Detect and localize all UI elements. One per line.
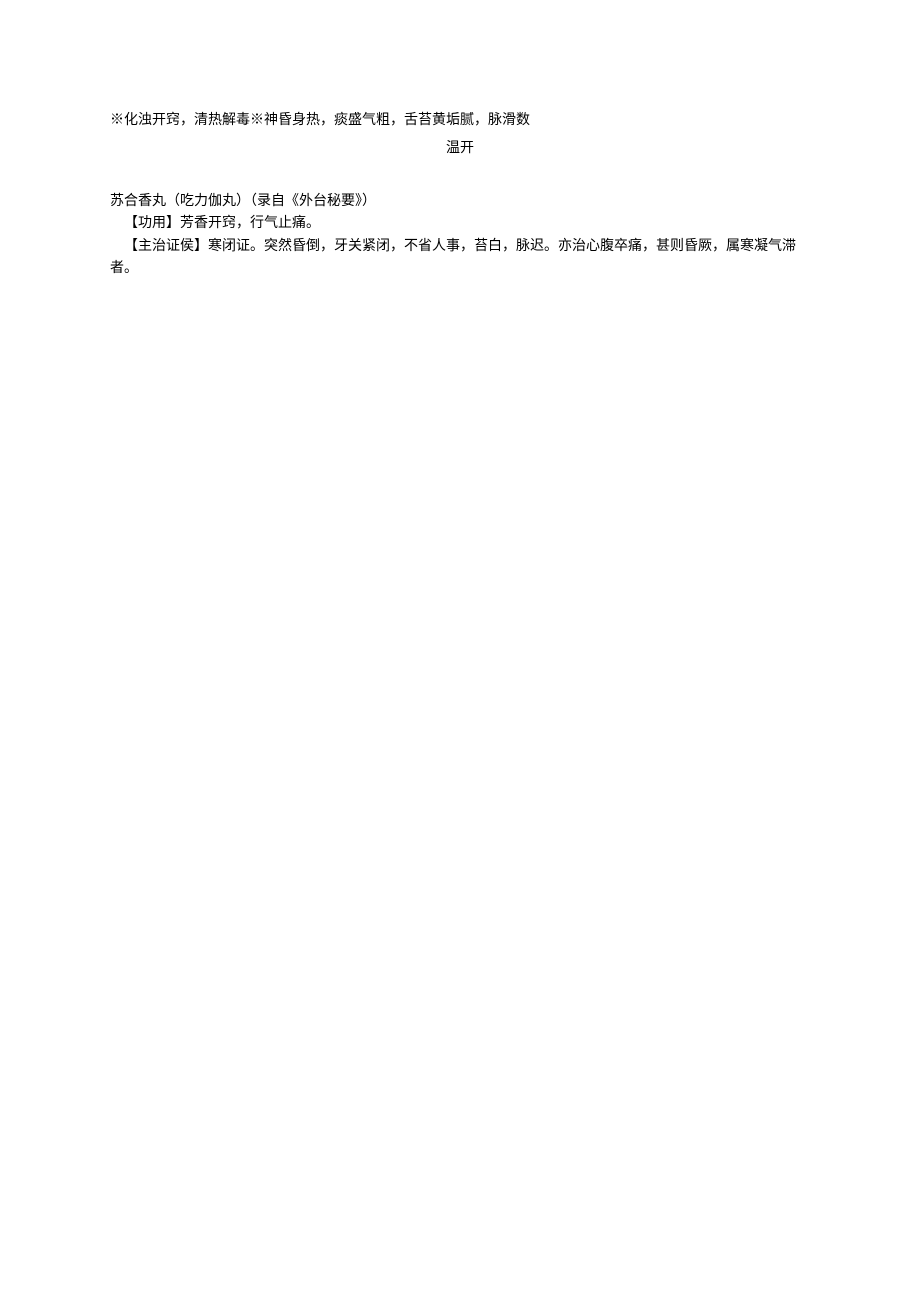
formula-function: 【功用】芳香开窍，行气止痛。 [110,213,810,235]
document-page: ※化浊开窍，清热解毒※神昏身热，痰盛气粗，舌苔黄垢腻，脉滑数 温开 苏合香丸（吃… [0,0,920,280]
summary-line: ※化浊开窍，清热解毒※神昏身热，痰盛气粗，舌苔黄垢腻，脉滑数 [110,110,810,132]
section-heading-warm-open: 温开 [110,138,810,160]
formula-indication: 【主治证侯】寒闭证。突然昏倒，牙关紧闭，不省人事，苔白，脉迟。亦治心腹卒痛，甚则… [110,236,810,281]
formula-section: 苏合香丸（吃力伽丸）（录自《外台秘要》） 【功用】芳香开窍，行气止痛。 【主治证… [110,191,810,281]
formula-title: 苏合香丸（吃力伽丸）（录自《外台秘要》） [110,191,810,213]
